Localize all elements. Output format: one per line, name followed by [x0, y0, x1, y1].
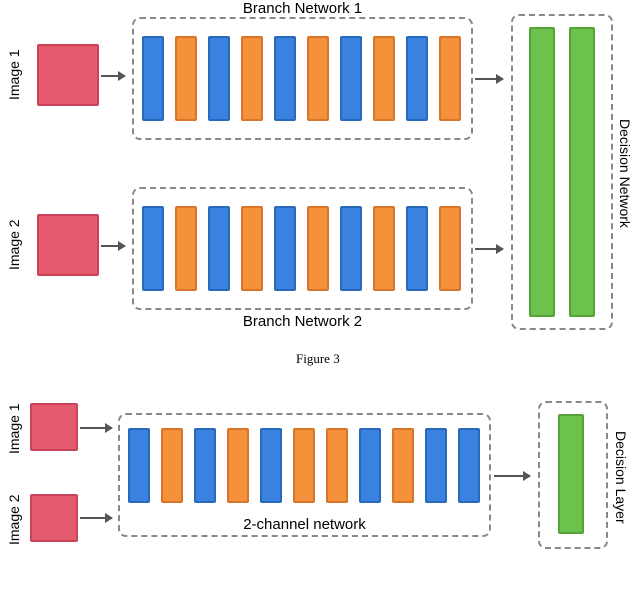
fig3-b2-layer [142, 206, 164, 291]
fig3-b1-layer [241, 36, 263, 121]
fig4-decision-label: Decision Layer [613, 424, 629, 530]
arrow-branch2-to-decision [475, 248, 503, 250]
fig4-nw-layer [128, 428, 150, 503]
fig3-image2-block [37, 214, 99, 276]
fig3-b2-layer [439, 206, 461, 291]
arrow-img2-to-branch2 [101, 245, 125, 247]
fig4-nw-layer [227, 428, 249, 503]
fig3-b1-layer [274, 36, 296, 121]
fig4-nw-layer [293, 428, 315, 503]
fig3-b2-layer [274, 206, 296, 291]
fig4-nw-layer [194, 428, 216, 503]
fig4-dec-layer [558, 414, 584, 534]
arrow-fig4-img2-to-net [80, 517, 112, 519]
fig3-image1-label: Image 1 [6, 47, 22, 102]
fig3-dec-layer [569, 27, 595, 317]
fig3-branch1-layers [142, 36, 461, 121]
arrow-branch1-to-decision [475, 78, 503, 80]
fig3-branch2-layers [142, 206, 461, 291]
fig3-decision-layers [529, 27, 595, 317]
fig4-network-layers [128, 428, 480, 503]
fig4-nw-layer [260, 428, 282, 503]
fig3-b1-layer [142, 36, 164, 121]
fig3-b2-layer [406, 206, 428, 291]
fig4-nw-layer [326, 428, 348, 503]
fig3-image2-label: Image 2 [6, 217, 22, 272]
fig4-image2-block [30, 494, 78, 542]
fig4-nw-layer [161, 428, 183, 503]
fig4-image1-label: Image 1 [6, 403, 22, 455]
fig3-b1-layer [340, 36, 362, 121]
fig3-caption: Figure 3 [296, 351, 340, 367]
fig4-decision-layers [558, 414, 584, 534]
fig4-network-label: 2-channel network [118, 516, 491, 533]
fig4-nw-layer [458, 428, 480, 503]
fig3-b2-layer [208, 206, 230, 291]
fig3-b1-layer [175, 36, 197, 121]
fig3-branch2-label: Branch Network 2 [132, 313, 473, 330]
fig3-b2-layer [340, 206, 362, 291]
arrow-fig4-net-to-dec [494, 475, 530, 477]
fig4-image2-label: Image 2 [6, 494, 22, 546]
fig3-b1-layer [307, 36, 329, 121]
fig4-nw-layer [359, 428, 381, 503]
fig3-dec-layer [529, 27, 555, 317]
fig3-b2-layer [175, 206, 197, 291]
fig3-b1-layer [439, 36, 461, 121]
fig3-b1-layer [208, 36, 230, 121]
fig3-b1-layer [373, 36, 395, 121]
fig3-image1-block [37, 44, 99, 106]
fig3-decision-label: Decision Network [617, 113, 633, 233]
fig4-nw-layer [392, 428, 414, 503]
fig4-image1-block [30, 403, 78, 451]
fig3-b2-layer [307, 206, 329, 291]
fig3-b2-layer [241, 206, 263, 291]
fig3-b2-layer [373, 206, 395, 291]
fig4-nw-layer [425, 428, 447, 503]
fig3-branch1-label: Branch Network 1 [132, 0, 473, 17]
arrow-img1-to-branch1 [101, 75, 125, 77]
arrow-fig4-img1-to-net [80, 427, 112, 429]
fig3-b1-layer [406, 36, 428, 121]
